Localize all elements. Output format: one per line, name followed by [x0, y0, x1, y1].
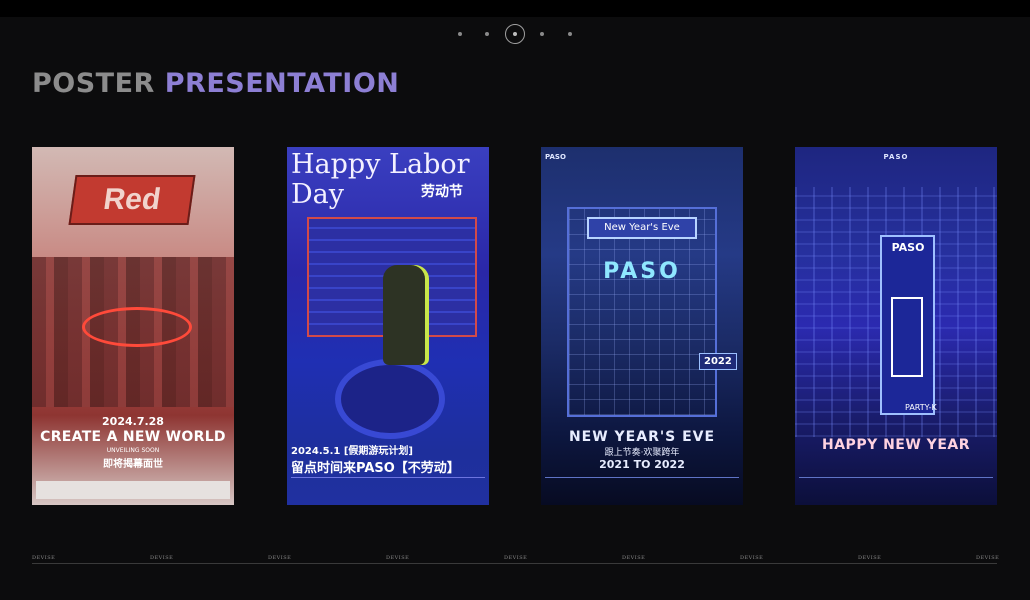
poster-cn-line: 留点时间来PASO【不劳动】	[291, 461, 460, 476]
footer-mark: DEVISE	[740, 555, 764, 561]
poster-years: 2021 TO 2022	[599, 458, 685, 471]
page-dot-5[interactable]	[568, 32, 572, 36]
footer-divider	[32, 563, 997, 564]
tower-sub-label: PARTY-K	[905, 403, 937, 412]
year-badge: 2022	[699, 353, 737, 370]
paso-logo: PASO	[603, 259, 681, 284]
tower-label: PASO	[891, 241, 925, 254]
poster-headline: CREATE A NEW WORLD	[40, 429, 226, 445]
pagination	[448, 24, 588, 44]
dancer-figure	[383, 265, 425, 365]
top-bar	[0, 0, 1030, 17]
poster-footer	[545, 477, 739, 499]
poster-headline: HAPPY NEW YEAR	[822, 437, 970, 453]
page-title: POSTER PRESENTATION	[32, 68, 399, 99]
poster-card-happy-new-year[interactable]: PASO PASO PARTY-K HAPPY NEW YEAR	[795, 147, 997, 505]
title-word-presentation: PRESENTATION	[164, 68, 400, 99]
poster-title-line2: Day	[291, 179, 344, 210]
page-dot-2[interactable]	[485, 32, 489, 36]
poster-brand: PASO	[883, 153, 909, 161]
footer-mark: DEVISE	[622, 555, 646, 561]
footer-mark: DEVISE	[268, 555, 292, 561]
poster-cn-line: 即将揭幕面世	[103, 459, 163, 470]
poster-footer	[291, 477, 485, 499]
page-dot-1[interactable]	[458, 32, 462, 36]
neon-ring	[82, 307, 192, 347]
page-dot-4[interactable]	[540, 32, 544, 36]
poster-cn-line: 跟上节奏·欢聚跨年	[604, 448, 680, 458]
neon-sign: New Year's Eve	[587, 217, 697, 239]
red-party-logo: Red	[68, 175, 196, 225]
poster-footer-bar	[36, 481, 230, 499]
poster-subline: UNVEILING SOON	[106, 447, 160, 454]
footer-mark: DEVISE	[386, 555, 410, 561]
footer-mark: DEVISE	[32, 555, 56, 561]
footer-mark: DEVISE	[504, 555, 528, 561]
poster-title-line1: Happy Labor	[291, 149, 470, 180]
footer-mark: DEVISE	[150, 555, 174, 561]
poster-card-new-years-eve[interactable]: PASO New Year's Eve PASO 2022 NEW YEAR'S…	[541, 147, 743, 505]
turntable-illustration	[335, 359, 445, 439]
poster-cn-title: 劳动节	[421, 184, 463, 200]
footer-mark: DEVISE	[858, 555, 882, 561]
poster-footer	[799, 477, 993, 499]
poster-date: 2024.5.1 [假期游玩计划]	[291, 446, 413, 457]
title-word-poster: POSTER	[32, 68, 155, 99]
poster-headline: NEW YEAR'S EVE	[568, 429, 716, 445]
page-dot-3-active[interactable]	[505, 24, 525, 44]
footer-mark: DEVISE	[976, 555, 1000, 561]
poster-card-red-party[interactable]: Red 2024.7.28 CREATE A NEW WORLD UNVEILI…	[32, 147, 234, 505]
poster-brand: PASO	[545, 153, 566, 161]
x-logo-mark	[891, 297, 923, 377]
poster-date: 2024.7.28	[102, 415, 164, 428]
poster-card-labor-day[interactable]: Happy Labor Day 劳动节 2024.5.1 [假期游玩计划] 留点…	[287, 147, 489, 505]
